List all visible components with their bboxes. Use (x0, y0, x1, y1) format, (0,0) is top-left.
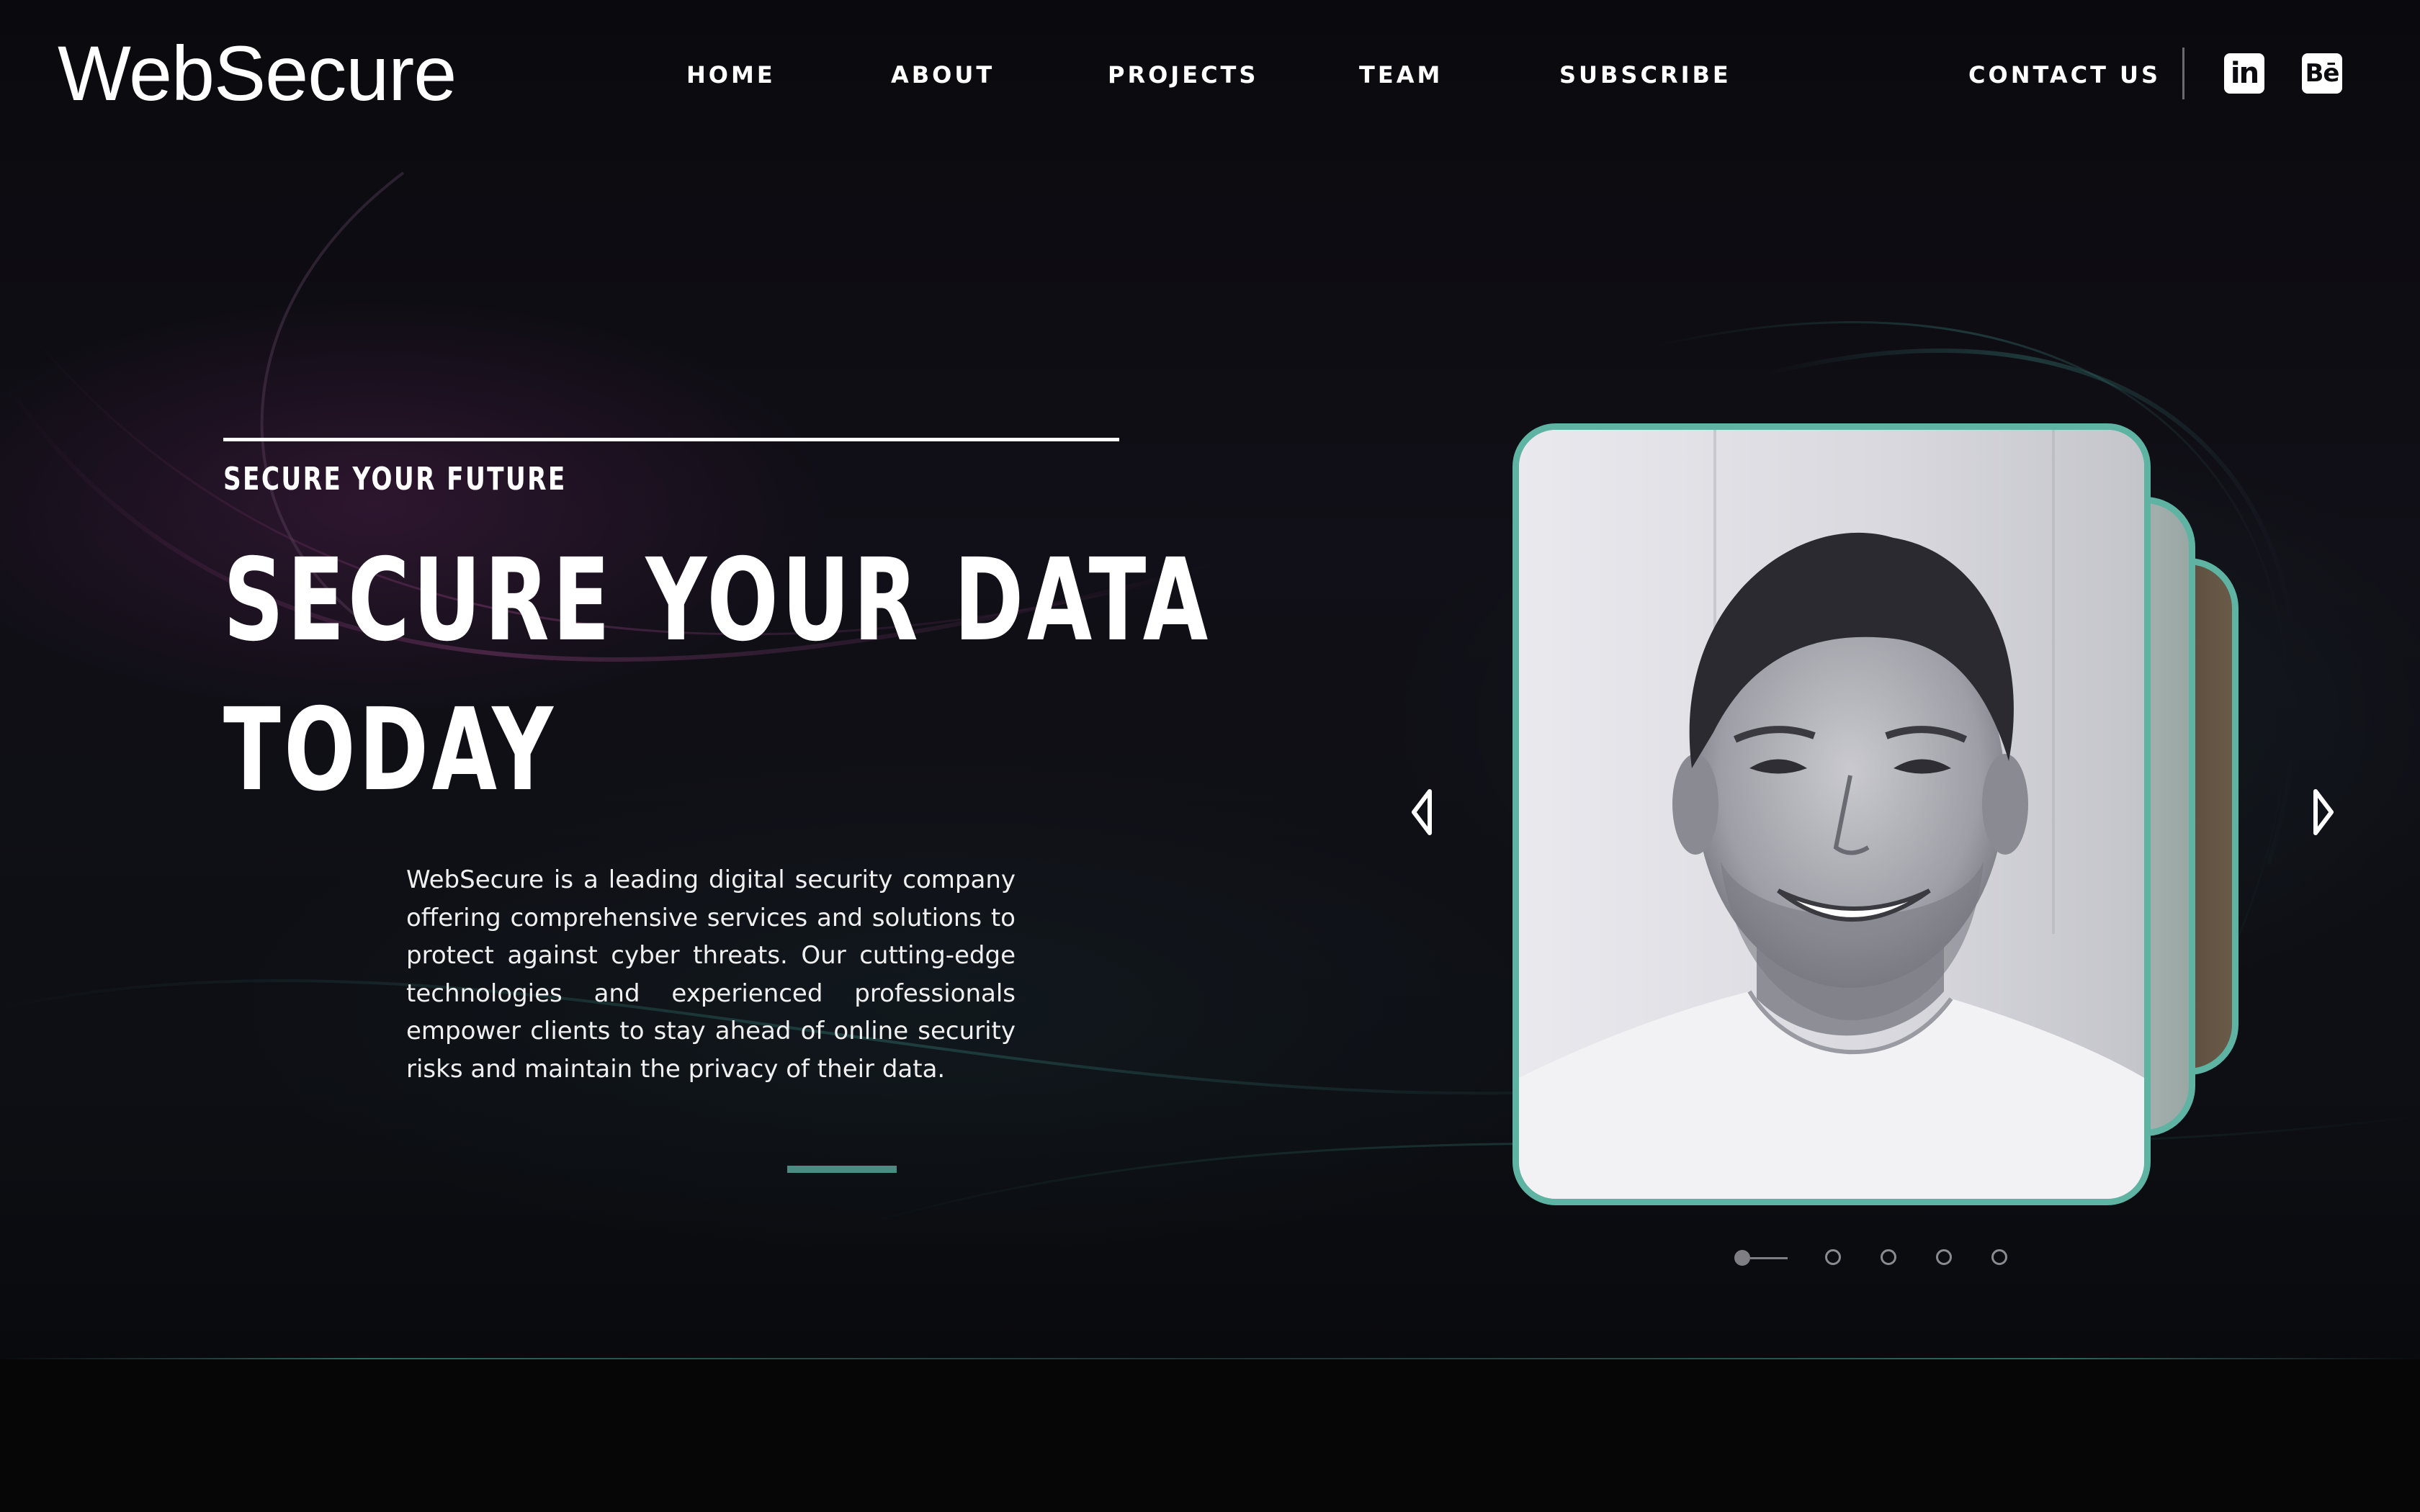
carousel-dot-4[interactable] (1936, 1249, 1952, 1265)
chevron-left-icon[interactable] (1408, 787, 1437, 837)
nav-about[interactable]: ABOUT (891, 58, 995, 92)
main-nav: HOME ABOUT PROJECTS TEAM SUBSCRIBE CONTA… (0, 58, 2420, 94)
footer-band (0, 1359, 2420, 1512)
behance-icon[interactable]: Bē (2302, 53, 2342, 94)
nav-projects[interactable]: PROJECTS (1108, 58, 1258, 92)
carousel-dot-5[interactable] (1991, 1249, 2007, 1265)
carousel-dot-1-active[interactable] (1734, 1250, 1750, 1266)
hero-headline-line2: TODAY (223, 684, 557, 816)
carousel-dot-2[interactable] (1825, 1249, 1841, 1265)
carousel-dot-active-indicator (1750, 1257, 1788, 1259)
nav-subscribe[interactable]: SUBSCRIBE (1559, 58, 1731, 92)
carousel-dot-3[interactable] (1881, 1249, 1896, 1265)
nav-team[interactable]: TEAM (1359, 58, 1443, 92)
nav-contact-us[interactable]: CONTACT US (1968, 58, 2161, 92)
hero-headline: SECURE YOUR DATA TODAY (223, 526, 1211, 825)
nav-home[interactable]: HOME (686, 58, 776, 92)
linkedin-icon[interactable]: in (2224, 53, 2264, 94)
hero-headline-line1: SECURE YOUR DATA (223, 534, 1211, 667)
team-member-portrait (1519, 430, 2144, 1199)
hero-description: WebSecure is a leading digital security … (406, 865, 1016, 1084)
accent-bar (787, 1166, 897, 1173)
hero-divider (223, 438, 1119, 441)
carousel-card-active[interactable] (1512, 423, 2151, 1205)
hero-eyebrow: SECURE YOUR FUTURE (223, 461, 567, 498)
nav-divider (2182, 48, 2184, 99)
chevron-right-icon[interactable] (2308, 787, 2337, 837)
